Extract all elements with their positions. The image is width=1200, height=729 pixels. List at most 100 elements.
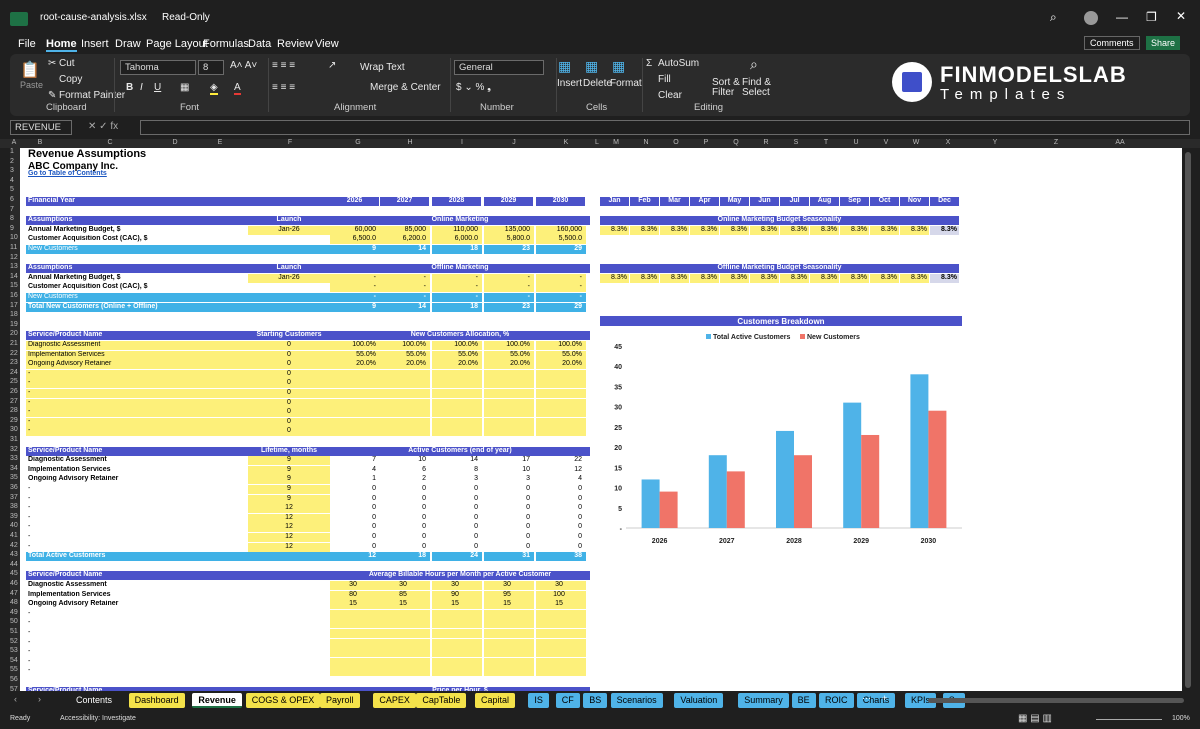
active-row-life[interactable]: 12 <box>248 513 330 523</box>
online-budget-2[interactable]: 85,000 <box>380 225 430 235</box>
alloc-row-start[interactable]: 0 <box>248 417 330 427</box>
alloc-row-start[interactable]: 0 <box>248 389 330 398</box>
active-row-value-4[interactable]: 0 <box>484 514 534 523</box>
online-budget-5[interactable]: 160,000 <box>536 225 586 235</box>
sheet-tab-cf[interactable]: CF <box>555 693 580 708</box>
hours-row-value-3[interactable] <box>432 609 482 619</box>
hours-row-value-4[interactable] <box>484 609 534 619</box>
alloc-row-value-3[interactable] <box>432 417 482 427</box>
month-header-mar[interactable]: Mar <box>660 197 689 206</box>
month-header-jul[interactable]: Jul <box>780 197 809 206</box>
italic-button[interactable]: I <box>140 82 143 93</box>
column-header-g[interactable]: G <box>355 139 360 146</box>
hours-row-value-2[interactable] <box>380 657 430 667</box>
sheet-tab-captable[interactable]: CapTable <box>416 693 467 708</box>
hours-row-value-4[interactable]: 30 <box>484 581 534 590</box>
currency-icon[interactable]: $ ⌄ % ❟ <box>456 82 491 93</box>
hours-row-value-5[interactable] <box>536 648 586 658</box>
sort-filter-button[interactable]: Sort & Filter <box>712 78 740 98</box>
active-row-value-5[interactable]: 0 <box>536 533 586 542</box>
active-row-name[interactable]: Diagnostic Assessment <box>26 456 248 465</box>
sheet-tab-summary[interactable]: Summary <box>738 693 789 708</box>
alloc-row-value-1[interactable]: 20.0% <box>330 360 380 370</box>
paste-icon[interactable]: 📋 <box>20 60 40 80</box>
active-row-name[interactable]: - <box>26 495 248 504</box>
month-header-apr[interactable]: Apr <box>690 197 719 206</box>
active-row-value-5[interactable]: 0 <box>536 543 586 552</box>
hours-row-name[interactable]: - <box>26 610 330 619</box>
alloc-row-value-2[interactable] <box>380 398 430 408</box>
online-new-customers-5[interactable]: 29 <box>536 245 586 254</box>
fy-label[interactable]: Financial Year <box>26 197 330 206</box>
online-seasonality-sep[interactable]: 8.3% <box>840 225 869 235</box>
active-row-value-3[interactable]: 3 <box>432 475 482 484</box>
alloc-row-value-5[interactable] <box>536 379 586 389</box>
column-header-aa[interactable]: AA <box>1115 139 1124 146</box>
active-row-name[interactable]: Implementation Services <box>26 466 248 475</box>
total-new-1[interactable]: 9 <box>330 302 380 312</box>
alloc-row-name[interactable]: - <box>26 408 248 418</box>
sheet-tab-roic[interactable]: ROIC <box>819 693 854 708</box>
active-row-value-4[interactable]: 0 <box>484 495 534 504</box>
number-format-select[interactable]: General <box>454 60 544 75</box>
active-row-value-3[interactable]: 0 <box>432 543 482 552</box>
offline-cac-3[interactable]: - <box>432 283 482 293</box>
insert-cells-button[interactable]: Insert <box>557 78 582 89</box>
sheet-tab-is[interactable]: IS <box>528 693 549 708</box>
hours-row-value-3[interactable] <box>432 667 482 677</box>
alloc-row-value-3[interactable] <box>432 427 482 437</box>
online-seasonality-mar[interactable]: 8.3% <box>660 225 689 235</box>
offline-cac-2[interactable]: - <box>380 283 430 293</box>
hours-row-value-1[interactable]: 15 <box>330 600 380 610</box>
hours-row-value-2[interactable] <box>380 619 430 629</box>
year-header-2027[interactable]: 2027 <box>380 197 429 206</box>
offline-seasonality-mar[interactable]: 8.3% <box>660 273 689 283</box>
alloc-row-value-3[interactable]: 20.0% <box>432 360 482 370</box>
sheet-tab-capex[interactable]: CAPEX <box>373 693 416 708</box>
active-row-value-5[interactable]: 22 <box>536 456 586 465</box>
hours-row-value-5[interactable]: 100 <box>536 590 586 600</box>
active-row-value-2[interactable]: 0 <box>380 495 430 504</box>
menu-insert[interactable]: Insert <box>81 38 109 50</box>
fill-button[interactable]: Fill <box>658 74 671 85</box>
active-row-value-3[interactable]: 0 <box>432 495 482 504</box>
close-icon[interactable]: ✕ <box>1176 9 1186 23</box>
month-header-nov[interactable]: Nov <box>900 197 929 206</box>
online-seasonality-oct[interactable]: 8.3% <box>870 225 899 235</box>
offline-seasonality-nov[interactable]: 8.3% <box>900 273 929 283</box>
delete-cells-icon[interactable]: ▦ <box>585 58 598 75</box>
format-painter-button[interactable]: Format Painter <box>59 90 125 101</box>
hours-row-value-1[interactable] <box>330 629 380 638</box>
offline-budget-4[interactable]: - <box>484 273 534 283</box>
offline-seasonality-jul[interactable]: 8.3% <box>780 273 809 283</box>
online-launch-hdr[interactable]: Launch <box>248 216 330 226</box>
active-row-value-5[interactable]: 0 <box>536 514 586 523</box>
alloc-row-value-3[interactable] <box>432 389 482 398</box>
alloc-row-name[interactable]: - <box>26 389 248 398</box>
hours-row-value-1[interactable] <box>330 619 380 629</box>
alloc-row-value-4[interactable] <box>484 398 534 408</box>
column-header-s[interactable]: S <box>794 139 799 146</box>
hours-title[interactable]: Average Billable Hours per Month per Act… <box>330 571 590 581</box>
active-row-value-3[interactable]: 0 <box>432 523 482 532</box>
column-header-n[interactable]: N <box>643 139 648 146</box>
online-seasonality-nov[interactable]: 8.3% <box>900 225 929 235</box>
prev-sheet-icon[interactable]: ‹ <box>14 694 17 704</box>
hours-row-value-5[interactable] <box>536 629 586 638</box>
alloc-row-start[interactable]: 0 <box>248 427 330 437</box>
hours-row-value-1[interactable] <box>330 648 380 658</box>
find-select-button[interactable]: Find & Select <box>742 78 774 98</box>
alloc-row-start[interactable]: 0 <box>248 408 330 418</box>
hours-row-value-2[interactable]: 30 <box>380 581 430 590</box>
hours-row-name[interactable]: - <box>26 658 330 667</box>
hours-row-value-4[interactable] <box>484 657 534 667</box>
menu-draw[interactable]: Draw <box>115 38 141 50</box>
active-row-value-3[interactable]: 0 <box>432 485 482 494</box>
zoom-slider[interactable] <box>1096 719 1162 720</box>
hours-row-value-1[interactable]: 30 <box>330 581 380 590</box>
hours-row-value-1[interactable] <box>330 667 380 677</box>
active-row-value-3[interactable]: 8 <box>432 466 482 475</box>
alloc-row-value-5[interactable] <box>536 408 586 418</box>
alloc-row-value-1[interactable] <box>330 389 380 398</box>
align-top-icon[interactable]: ≡ ≡ ≡ <box>272 60 295 71</box>
